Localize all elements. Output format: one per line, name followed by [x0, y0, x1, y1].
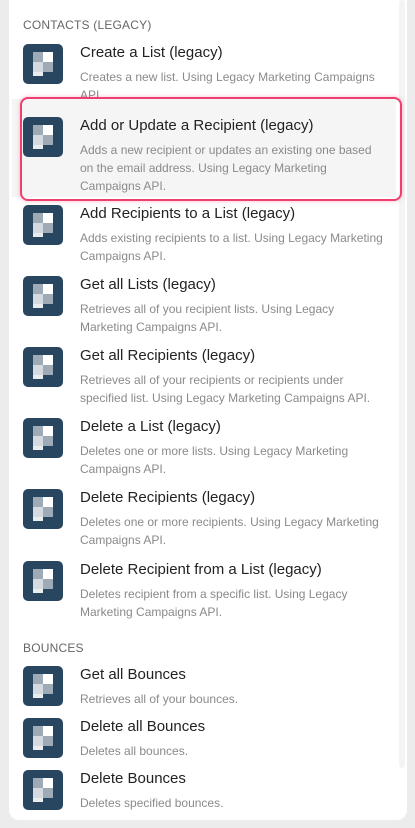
module-description: Adds a new recipient or updates an exist… [80, 143, 372, 193]
sendgrid-logo-icon [23, 205, 63, 245]
module-title: Add or Update a Recipient (legacy) [80, 117, 314, 134]
module-description: Deletes specified bounces. [80, 796, 224, 810]
module-description: Deletes one or more recipients. Using Le… [80, 515, 379, 547]
sendgrid-logo-icon [23, 718, 63, 758]
module-description: Deletes all bounces. [80, 744, 189, 758]
scrollbar[interactable] [399, 0, 405, 768]
section-header-contacts-legacy: CONTACTS (LEGACY) [23, 18, 152, 32]
module-title: Get all Lists (legacy) [80, 276, 216, 293]
module-title: Add Recipients to a List (legacy) [80, 205, 296, 222]
sendgrid-logo-icon [23, 418, 63, 458]
sendgrid-logo-icon [23, 666, 63, 706]
section-header-bounces: BOUNCES [23, 641, 84, 655]
module-title: Create a List (legacy) [80, 44, 223, 61]
module-title: Delete a List (legacy) [80, 418, 221, 435]
module-title: Delete Recipient from a List (legacy) [80, 561, 322, 578]
sendgrid-logo-icon [23, 347, 63, 387]
sendgrid-logo-icon [23, 276, 63, 316]
module-title: Delete Bounces [80, 770, 186, 787]
sendgrid-logo-icon [23, 117, 63, 157]
module-description: Adds existing recipients to a list. Usin… [80, 231, 383, 263]
module-description: Deletes one or more lists. Using Legacy … [80, 444, 349, 476]
module-description: Retrieves all of your bounces. [80, 692, 239, 706]
sendgrid-logo-icon [23, 489, 63, 529]
module-description: Retrieves all of your recipients or reci… [80, 373, 371, 405]
module-title: Delete Recipients (legacy) [80, 489, 256, 506]
module-title: Get all Bounces [80, 666, 186, 683]
module-title: Get all Recipients (legacy) [80, 347, 256, 364]
sendgrid-logo-icon [23, 561, 63, 601]
module-description: Deletes recipient from a specific list. … [80, 587, 348, 619]
module-list-panel: CONTACTS (LEGACY) Create a List (legacy)… [9, 0, 407, 820]
sendgrid-logo-icon [23, 770, 63, 810]
module-description: Retrieves all of you recipient lists. Us… [80, 302, 335, 334]
module-title: Delete all Bounces [80, 718, 206, 735]
sendgrid-logo-icon [23, 44, 63, 84]
